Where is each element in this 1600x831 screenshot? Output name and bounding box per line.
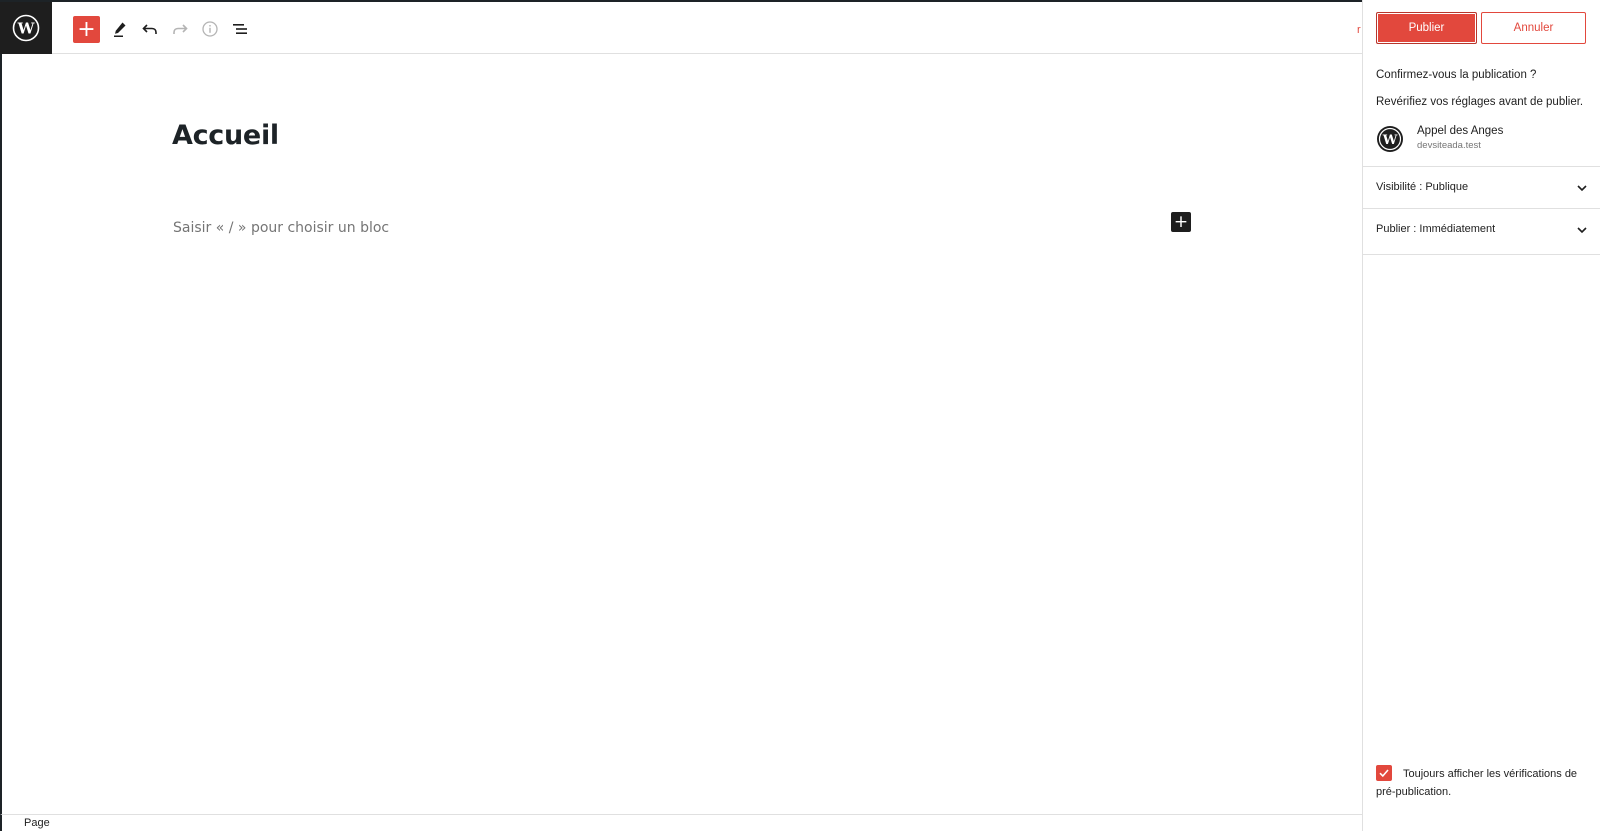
always-show-checks-checkbox[interactable] [1376, 765, 1392, 781]
block-placeholder[interactable]: Saisir « / » pour choisir un bloc [173, 220, 389, 236]
chevron-down-icon [1577, 185, 1587, 192]
info-icon [202, 21, 218, 37]
redo-button[interactable] [166, 15, 194, 43]
undo-button[interactable] [136, 15, 164, 43]
plus-icon: + [77, 16, 96, 42]
hidden-header-action: r [1357, 24, 1361, 36]
wordpress-icon: W [1377, 126, 1403, 152]
inline-add-block-button[interactable]: + [1171, 212, 1191, 232]
site-url: devsiteada.test [1417, 140, 1481, 151]
list-view-icon [233, 24, 247, 34]
tools-button[interactable] [106, 15, 134, 43]
site-name: Appel des Anges [1417, 125, 1504, 137]
always-show-checks-option[interactable]: Toujours afficher les vérifications de p… [1376, 765, 1591, 801]
pencil-icon [114, 22, 126, 37]
page-title[interactable]: Accueil [172, 120, 279, 151]
wordpress-logo-button[interactable]: W [0, 2, 52, 54]
publish-date-toggle[interactable]: Publier : Immédiatement [1363, 208, 1600, 250]
svg-text:W: W [17, 20, 36, 38]
site-info: W Appel des Anges devsiteada.test [1376, 123, 1588, 155]
editor-canvas: Accueil Saisir « / » pour choisir un blo… [0, 54, 1362, 814]
review-settings-text: Revérifiez vos réglages avant de publier… [1376, 96, 1584, 108]
visibility-label: Visibilité : Publique [1376, 181, 1469, 193]
undo-icon [142, 24, 157, 34]
pre-publish-panel: Publier Annuler Confirmez-vous la public… [1362, 0, 1600, 831]
publish-button[interactable]: Publier [1376, 12, 1477, 44]
cancel-button[interactable]: Annuler [1481, 12, 1586, 44]
checkmark-icon [1379, 769, 1389, 778]
confirm-publish-text: Confirmez-vous la publication ? [1376, 69, 1537, 81]
list-view-button[interactable] [226, 15, 254, 43]
editor-header: W + r [0, 0, 1600, 54]
redo-icon [173, 24, 188, 34]
panel-divider [1363, 254, 1600, 255]
wordpress-icon: W [12, 14, 40, 42]
editor-footer: Page [0, 814, 1362, 831]
breadcrumb-page[interactable]: Page [24, 817, 50, 829]
pre-publish-header: Publier Annuler [1363, 0, 1600, 54]
publish-date-label: Publier : Immédiatement [1376, 223, 1496, 235]
details-button[interactable] [196, 15, 224, 43]
chevron-down-icon [1577, 227, 1587, 234]
always-show-checks-label: Toujours afficher les vérifications de p… [1376, 768, 1578, 798]
plus-icon: + [1173, 211, 1189, 232]
visibility-toggle[interactable]: Visibilité : Publique [1363, 166, 1600, 208]
add-block-button[interactable]: + [73, 16, 100, 43]
svg-text:W: W [1382, 133, 1398, 148]
